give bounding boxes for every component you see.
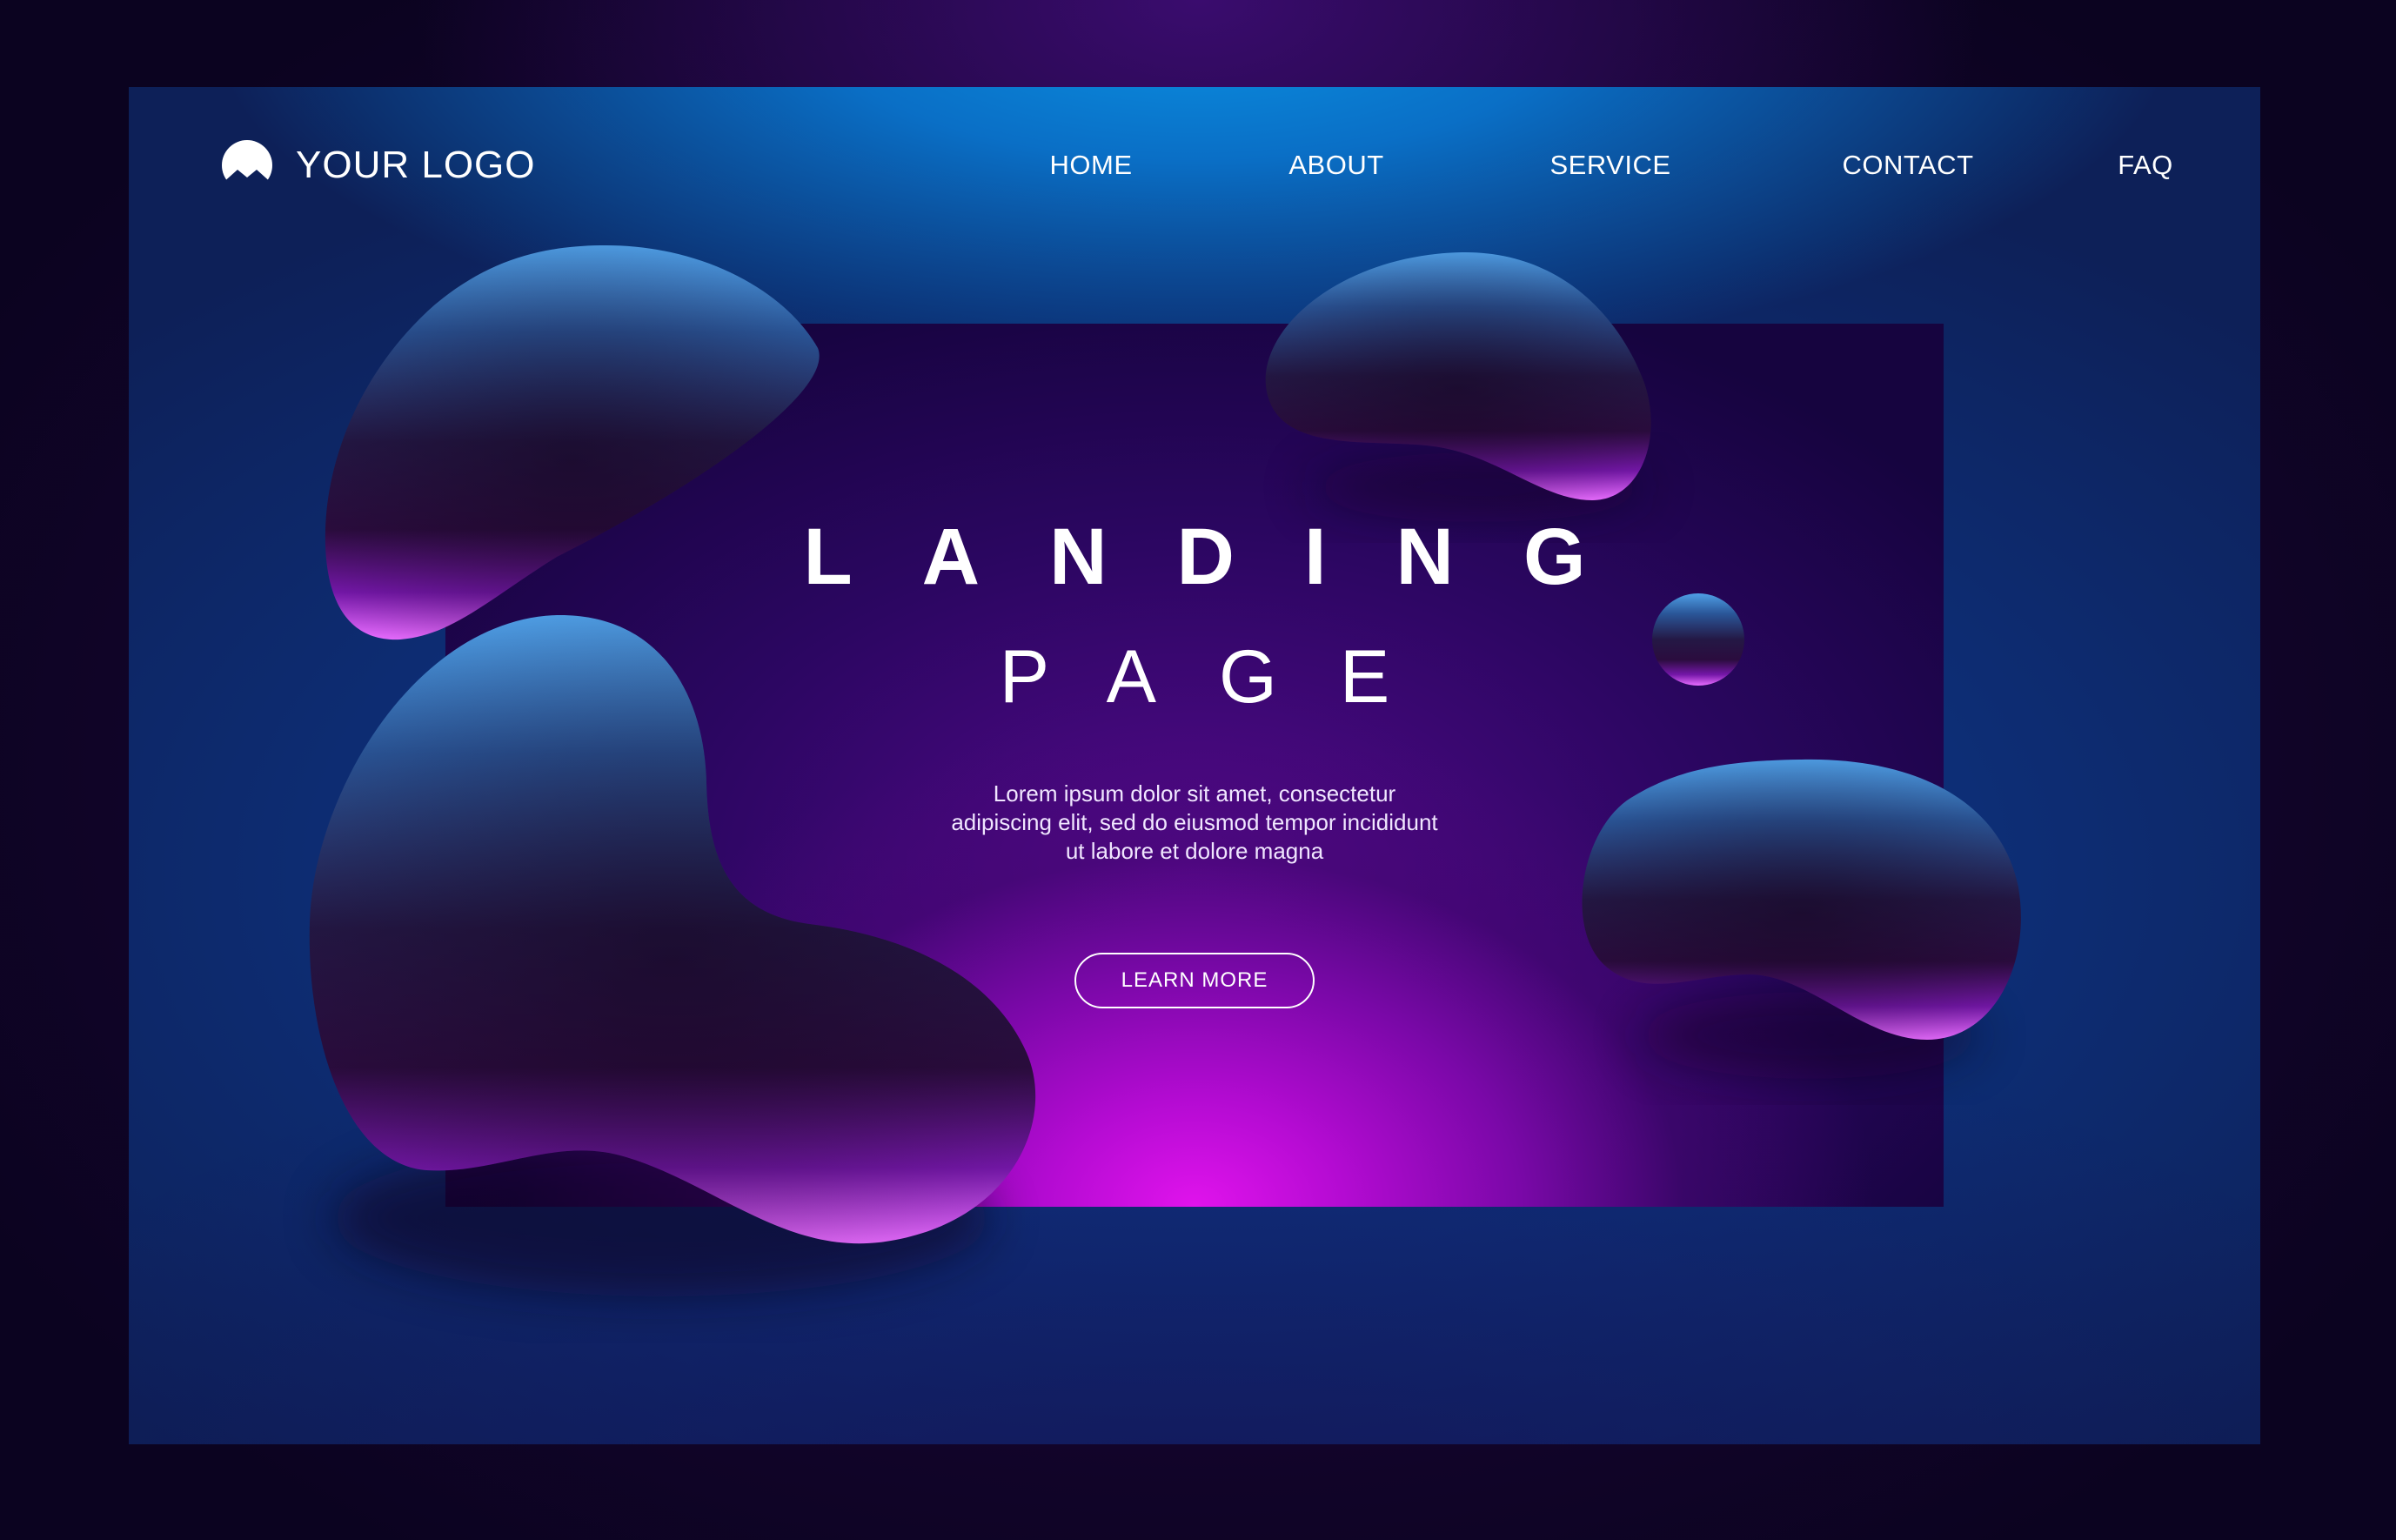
hero-title-line1: LANDING <box>803 512 1656 601</box>
hero-content: LANDING PAGE Lorem ipsum dolor sit amet,… <box>445 324 1944 1207</box>
nav-faq[interactable]: FAQ <box>2118 150 2173 181</box>
nav-home[interactable]: HOME <box>1050 150 1133 181</box>
hero-title-line2: PAGE <box>999 635 1453 719</box>
hero-body-text: Lorem ipsum dolor sit amet, consectetur … <box>951 780 1438 864</box>
nav-contact[interactable]: CONTACT <box>1842 150 1973 181</box>
mountain-circle-icon <box>222 140 272 191</box>
learn-more-button[interactable]: LEARN MORE <box>1074 953 1315 1008</box>
logo[interactable]: YOUR LOGO <box>221 139 536 191</box>
nav-about[interactable]: ABOUT <box>1288 150 1383 181</box>
logo-text: YOUR LOGO <box>296 144 536 186</box>
nav-service[interactable]: SERVICE <box>1549 150 1670 181</box>
